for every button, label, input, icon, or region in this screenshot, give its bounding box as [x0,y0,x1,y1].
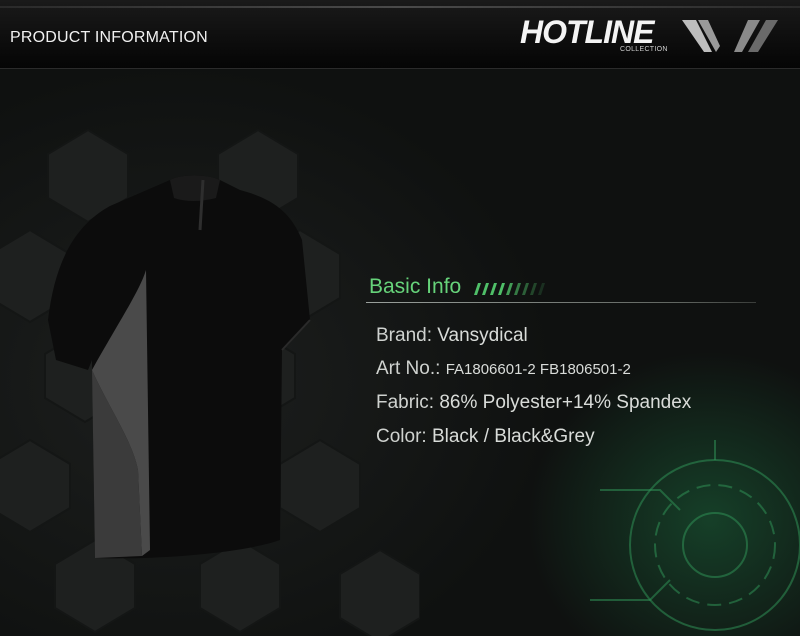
info-label: Art No.: [376,358,441,379]
brand-tagline: COLLECTION [620,46,668,53]
progress-stripes-icon [474,283,545,295]
info-value: Black / Black&Grey [431,426,595,447]
info-label: Fabric: [376,392,435,413]
heading-divider [366,302,756,303]
info-row-brand: Brand: Vansydical [376,325,528,347]
slash-stripes-icon [682,20,778,52]
header-accent-line [0,6,800,8]
info-label: Color: [376,426,427,447]
info-value: Vansydical [437,325,528,346]
info-row-fabric: Fabric: 86% Polyester+14% Spandex [376,392,691,414]
product-shirt-image [48,175,311,559]
info-value: 86% Polyester+14% Spandex [439,392,692,413]
info-row-art-no: Art No.: FA1806601-2 FB1806501-2 [376,358,631,380]
brand-logo: HOTLINE COLLECTION [520,14,790,58]
info-value: FA1806601-2 FB1806501-2 [445,361,631,378]
header-bar: PRODUCT INFORMATION HOTLINE COLLECTION [0,0,800,69]
page-title: PRODUCT INFORMATION [10,29,208,46]
basic-info-heading: Basic Info [369,275,462,298]
tech-hud-decoration [590,440,800,631]
info-label: Brand: [376,325,432,346]
info-row-color: Color: Black / Black&Grey [376,426,595,448]
